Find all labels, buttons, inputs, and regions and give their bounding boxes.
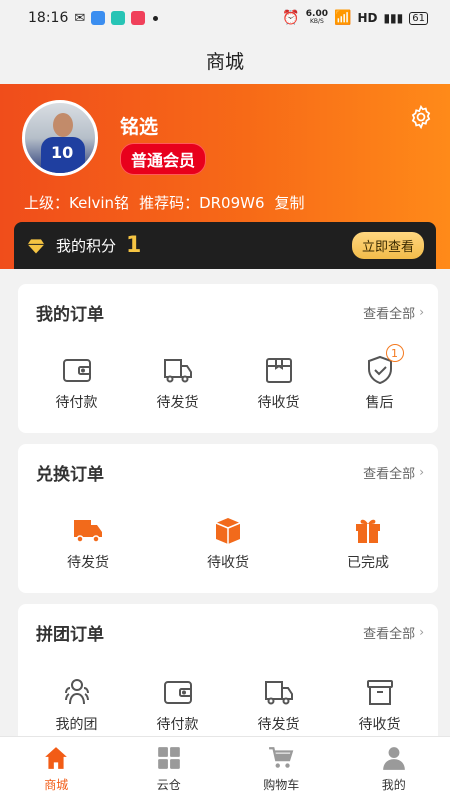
video-app-icon	[131, 11, 146, 25]
signal-icon: ▮▮▮	[383, 11, 404, 25]
superior-label: 上级：	[24, 194, 70, 212]
my-orders-title: 我的订单	[36, 304, 104, 325]
group-orders-view-all[interactable]: 查看全部 ›	[363, 623, 424, 642]
tab-label: 我的	[381, 777, 406, 792]
tab-mine[interactable]: 我的	[338, 737, 450, 800]
tab-label: 云仓	[156, 777, 181, 792]
group-orders-card: 拼团订单 查看全部 › 我的团 待付款 待发货 待收货	[18, 604, 438, 744]
net-speed: 6.00 KB/S	[305, 9, 328, 26]
order-label: 待收货	[358, 717, 401, 733]
avatar[interactable]: 10	[22, 100, 98, 176]
order-pending-payment[interactable]: 待付款	[26, 354, 127, 412]
order-label: 我的团	[55, 717, 98, 733]
title-bar: 商城	[0, 36, 450, 84]
order-pending-receipt[interactable]: 待收货	[228, 354, 329, 412]
after-sales-badge: 1	[385, 344, 404, 362]
status-time: 18:16	[28, 10, 69, 26]
box-icon	[265, 358, 292, 383]
member-level-badge: 普通会员	[120, 143, 207, 175]
grid-icon	[157, 746, 180, 769]
phone-app-icon	[111, 11, 126, 25]
points-label: 我的积分	[56, 237, 117, 255]
wifi-icon: 📶	[334, 10, 352, 26]
superior-name: Kelvin铭	[69, 194, 130, 212]
exchange-orders-title: 兑换订单	[36, 464, 104, 485]
ref-code-label: 推荐码：	[139, 194, 200, 212]
points-value: 1	[126, 233, 142, 258]
chevron-right-icon: ›	[419, 625, 424, 639]
group-icon	[64, 679, 89, 705]
page-title: 商城	[205, 50, 244, 73]
truck-icon	[74, 520, 102, 543]
tab-cart[interactable]: 购物车	[225, 737, 338, 800]
order-after-sales[interactable]: 1 售后	[329, 344, 430, 412]
group-pending-payment[interactable]: 待付款	[127, 676, 228, 734]
order-label: 待发货	[257, 717, 300, 733]
app-notification-icon	[91, 11, 106, 25]
exchange-orders-view-all[interactable]: 查看全部 ›	[363, 463, 424, 482]
tab-label: 商城	[44, 777, 69, 792]
user-name: 铭选	[120, 116, 159, 138]
profile-header: 10 铭选 普通会员 上级：Kelvin铭 推荐码：DR09W6 复制 我的积分…	[0, 84, 450, 269]
tab-label: 购物车	[263, 777, 300, 792]
exchange-pending-receipt[interactable]: 待收货	[158, 514, 298, 572]
order-label: 已完成	[347, 555, 389, 571]
truck-icon	[163, 359, 192, 383]
tab-mall[interactable]: 商城	[0, 737, 113, 800]
my-orders-card: 我的订单 查看全部 › 待付款 待发货 待收货 1 售后	[18, 284, 438, 433]
more-notifications-icon	[153, 15, 159, 21]
wallet-icon	[62, 359, 91, 382]
order-label: 待付款	[55, 395, 98, 411]
exchange-pending-shipment[interactable]: 待发货	[18, 514, 158, 572]
home-icon	[45, 746, 68, 769]
box-icon	[366, 680, 393, 705]
ref-code: DR09W6	[199, 194, 265, 212]
order-label: 待收货	[207, 555, 249, 571]
group-pending-receipt[interactable]: 待收货	[329, 676, 430, 734]
box-icon	[215, 518, 241, 544]
group-orders-title: 拼团订单	[36, 624, 104, 645]
status-bar: 18:16 ✉ ⏰ 6.00 KB/S 📶 HD ▮▮▮ 61	[0, 0, 450, 36]
gear-icon[interactable]	[408, 104, 434, 130]
group-pending-shipment[interactable]: 待发货	[228, 676, 329, 734]
gift-icon	[356, 519, 380, 543]
bottom-tab-bar: 商城 云仓 购物车 我的	[0, 736, 450, 800]
chevron-right-icon: ›	[419, 305, 424, 319]
diamond-icon	[27, 238, 45, 253]
order-pending-shipment[interactable]: 待发货	[127, 354, 228, 412]
exchange-orders-card: 兑换订单 查看全部 › 待发货 待收货 已完成	[18, 444, 438, 593]
my-orders-view-all[interactable]: 查看全部 ›	[363, 303, 424, 322]
referral-info: 上级：Kelvin铭 推荐码：DR09W6 复制	[24, 192, 305, 213]
order-label: 售后	[365, 395, 394, 411]
person-icon	[382, 746, 405, 770]
hd-label: HD	[357, 11, 378, 25]
order-label: 待发货	[67, 555, 109, 571]
order-label: 待收货	[257, 395, 300, 411]
avatar-number: 10	[51, 143, 74, 162]
cart-icon	[269, 746, 294, 768]
copy-button[interactable]: 复制	[275, 192, 305, 213]
order-label: 待发货	[156, 395, 199, 411]
exchange-completed[interactable]: 已完成	[298, 514, 438, 572]
points-bar: 我的积分 1 立即查看	[14, 222, 436, 269]
chevron-right-icon: ›	[419, 465, 424, 479]
tab-cloud-warehouse[interactable]: 云仓	[113, 737, 226, 800]
wechat-icon: ✉	[74, 10, 86, 26]
group-my-groups[interactable]: 我的团	[26, 676, 127, 734]
battery-icon: 61	[409, 11, 428, 25]
wallet-icon	[163, 681, 192, 704]
truck-icon	[264, 681, 293, 705]
order-label: 待付款	[156, 717, 199, 733]
points-check-button[interactable]: 立即查看	[351, 232, 424, 259]
alarm-icon: ⏰	[282, 10, 300, 26]
